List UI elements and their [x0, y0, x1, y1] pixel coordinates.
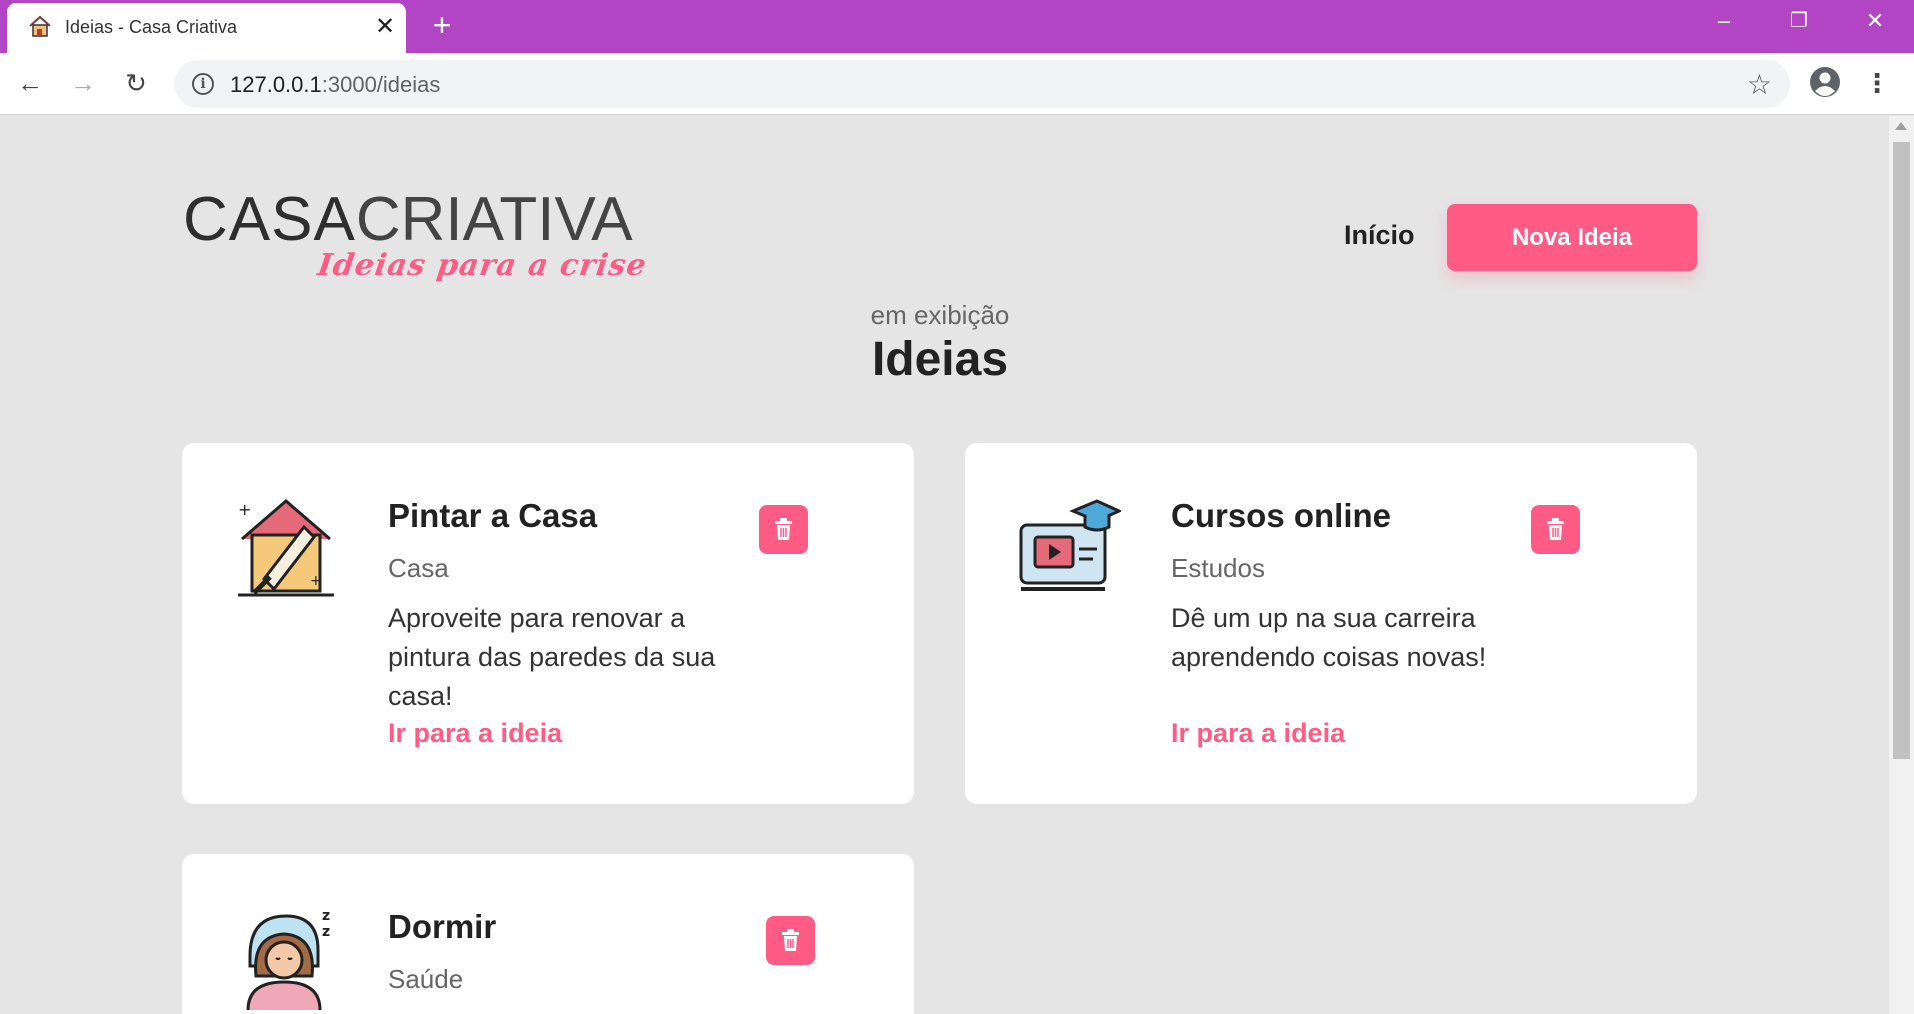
sleeping-person-icon: z z [246, 908, 330, 1010]
forward-button[interactable]: → [65, 65, 101, 101]
nova-ideia-button[interactable]: Nova Ideia [1447, 204, 1697, 271]
idea-description: Aproveite para renovar a pintura das par… [388, 603, 716, 711]
online-course-icon [1019, 499, 1121, 591]
logo-bold-text: CASA [183, 185, 356, 254]
delete-button[interactable] [766, 916, 815, 965]
svg-text:z: z [322, 908, 330, 924]
idea-title: Dormir [388, 908, 497, 945]
url-host: 127.0.0.1 [230, 72, 322, 97]
back-button[interactable]: ← [12, 65, 48, 101]
idea-link[interactable]: Ir para a ideia [1171, 718, 1345, 749]
info-icon[interactable]: i [192, 73, 214, 95]
house-paint-icon: + + [238, 499, 334, 597]
idea-card: Cursos online Estudos Dê um up na sua ca… [965, 443, 1697, 804]
idea-description: Dê um up na sua carreira aprendendo cois… [1171, 603, 1487, 672]
profile-avatar-icon[interactable] [1808, 65, 1842, 99]
svg-text:+: + [238, 500, 251, 519]
tab-close-icon[interactable]: ✕ [371, 13, 399, 41]
browser-tab[interactable]: Ideias - Casa Criativa ✕ [7, 3, 406, 53]
vertical-scrollbar[interactable] [1889, 116, 1914, 1014]
idea-title: Pintar a Casa [388, 497, 598, 534]
logo-wordmark: CASACRIATIVA [183, 188, 673, 252]
delete-button[interactable] [1531, 505, 1580, 554]
minimize-button[interactable]: – [1704, 6, 1744, 36]
browser-toolbar: ← → ↻ i 127.0.0.1:3000/ideias ☆ ⋮ [0, 53, 1914, 115]
logo-light-text: CRIATIVA [355, 185, 633, 254]
section-subtitle: em exibição [870, 300, 1010, 330]
idea-card: + + Pintar a Casa Casa Aproveite para re… [182, 443, 914, 804]
browser-titlebar: Ideias - Casa Criativa ✕ + – ❐ ✕ [0, 0, 1914, 53]
idea-category: Casa [388, 553, 449, 583]
url-text[interactable]: 127.0.0.1:3000/ideias [230, 72, 440, 98]
logo-tagline: Ideias para a crise [315, 248, 650, 283]
idea-category: Estudos [1171, 553, 1265, 583]
svg-text:z: z [322, 924, 330, 940]
nav-inicio-link[interactable]: Início [1344, 220, 1415, 251]
page-content: CASACRIATIVA Ideias para a crise Início … [0, 116, 1889, 1014]
page-title: Ideias [871, 333, 1009, 386]
idea-title: Cursos online [1171, 497, 1392, 534]
idea-link[interactable]: Ir para a ideia [388, 718, 562, 749]
site-logo[interactable]: CASACRIATIVA Ideias para a crise [183, 188, 673, 298]
svg-text:+: + [310, 573, 322, 589]
browser-menu-icon[interactable]: ⋮ [1864, 65, 1890, 101]
trash-icon [775, 518, 792, 540]
scroll-thumb[interactable] [1893, 142, 1910, 759]
url-path: :3000/ideias [321, 72, 441, 97]
delete-button[interactable] [759, 505, 808, 554]
close-window-button[interactable]: ✕ [1855, 6, 1895, 36]
tab-title: Ideias - Casa Criativa [65, 17, 238, 37]
restore-button[interactable]: ❐ [1779, 6, 1819, 36]
scroll-up-arrow-icon[interactable] [1895, 122, 1907, 130]
idea-category: Saúde [388, 964, 464, 994]
reload-button[interactable]: ↻ [118, 65, 154, 101]
trash-icon [782, 929, 799, 951]
house-favicon-icon [29, 15, 51, 37]
new-tab-button[interactable]: + [424, 8, 460, 44]
trash-icon [1547, 518, 1564, 540]
idea-card: z z Dormir Saúde [182, 854, 914, 1014]
address-bar[interactable]: i 127.0.0.1:3000/ideias ☆ [174, 60, 1790, 108]
bookmark-star-icon[interactable]: ☆ [1747, 68, 1772, 101]
